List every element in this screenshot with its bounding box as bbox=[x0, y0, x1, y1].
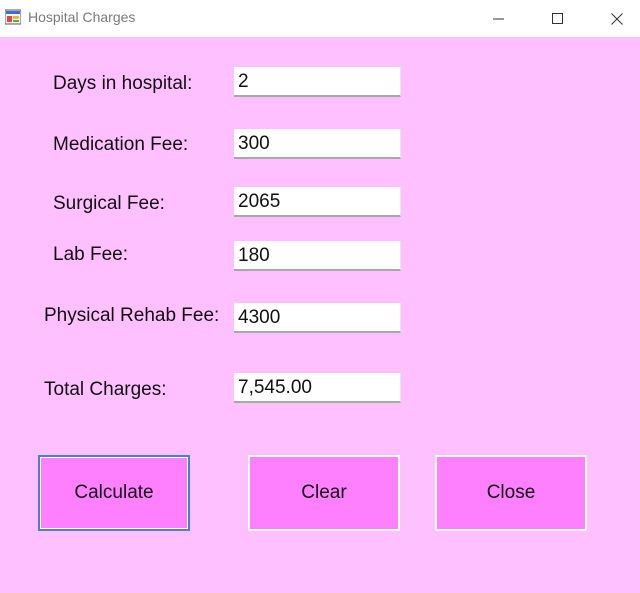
medication-fee-label: Medication Fee: bbox=[53, 134, 189, 155]
clear-button[interactable]: Clear bbox=[248, 455, 400, 531]
maximize-button[interactable] bbox=[535, 0, 581, 37]
surgical-fee-input[interactable]: 2065 bbox=[234, 187, 401, 217]
surgical-fee-label: Surgical Fee: bbox=[53, 193, 165, 214]
days-label: Days in hospital: bbox=[53, 73, 193, 94]
total-charges-output[interactable]: 7,545.00 bbox=[234, 373, 401, 403]
total-charges-label: Total Charges: bbox=[44, 379, 167, 400]
days-input[interactable]: 2 bbox=[234, 67, 401, 97]
physical-rehab-fee-label: Physical Rehab Fee: bbox=[44, 305, 220, 326]
lab-fee-label: Lab Fee: bbox=[53, 244, 128, 265]
minimize-icon bbox=[493, 18, 504, 19]
physical-rehab-fee-input[interactable]: 4300 bbox=[234, 303, 401, 333]
minimize-button[interactable] bbox=[476, 0, 522, 37]
close-icon bbox=[611, 12, 623, 25]
maximize-icon bbox=[552, 12, 563, 24]
medication-fee-input[interactable]: 300 bbox=[234, 129, 401, 159]
app-icon bbox=[5, 9, 21, 25]
lab-fee-input[interactable]: 180 bbox=[234, 241, 401, 271]
close-window-button[interactable] bbox=[594, 0, 640, 37]
window-title: Hospital Charges bbox=[28, 9, 136, 25]
calculate-button[interactable]: Calculate bbox=[38, 455, 190, 531]
form-client-area: Days in hospital: 2 Medication Fee: 300 … bbox=[0, 37, 640, 593]
title-bar[interactable]: Hospital Charges bbox=[0, 0, 640, 37]
hospital-charges-window: Hospital Charges Days in hospital: 2 Med… bbox=[0, 0, 640, 593]
close-button[interactable]: Close bbox=[435, 455, 587, 531]
